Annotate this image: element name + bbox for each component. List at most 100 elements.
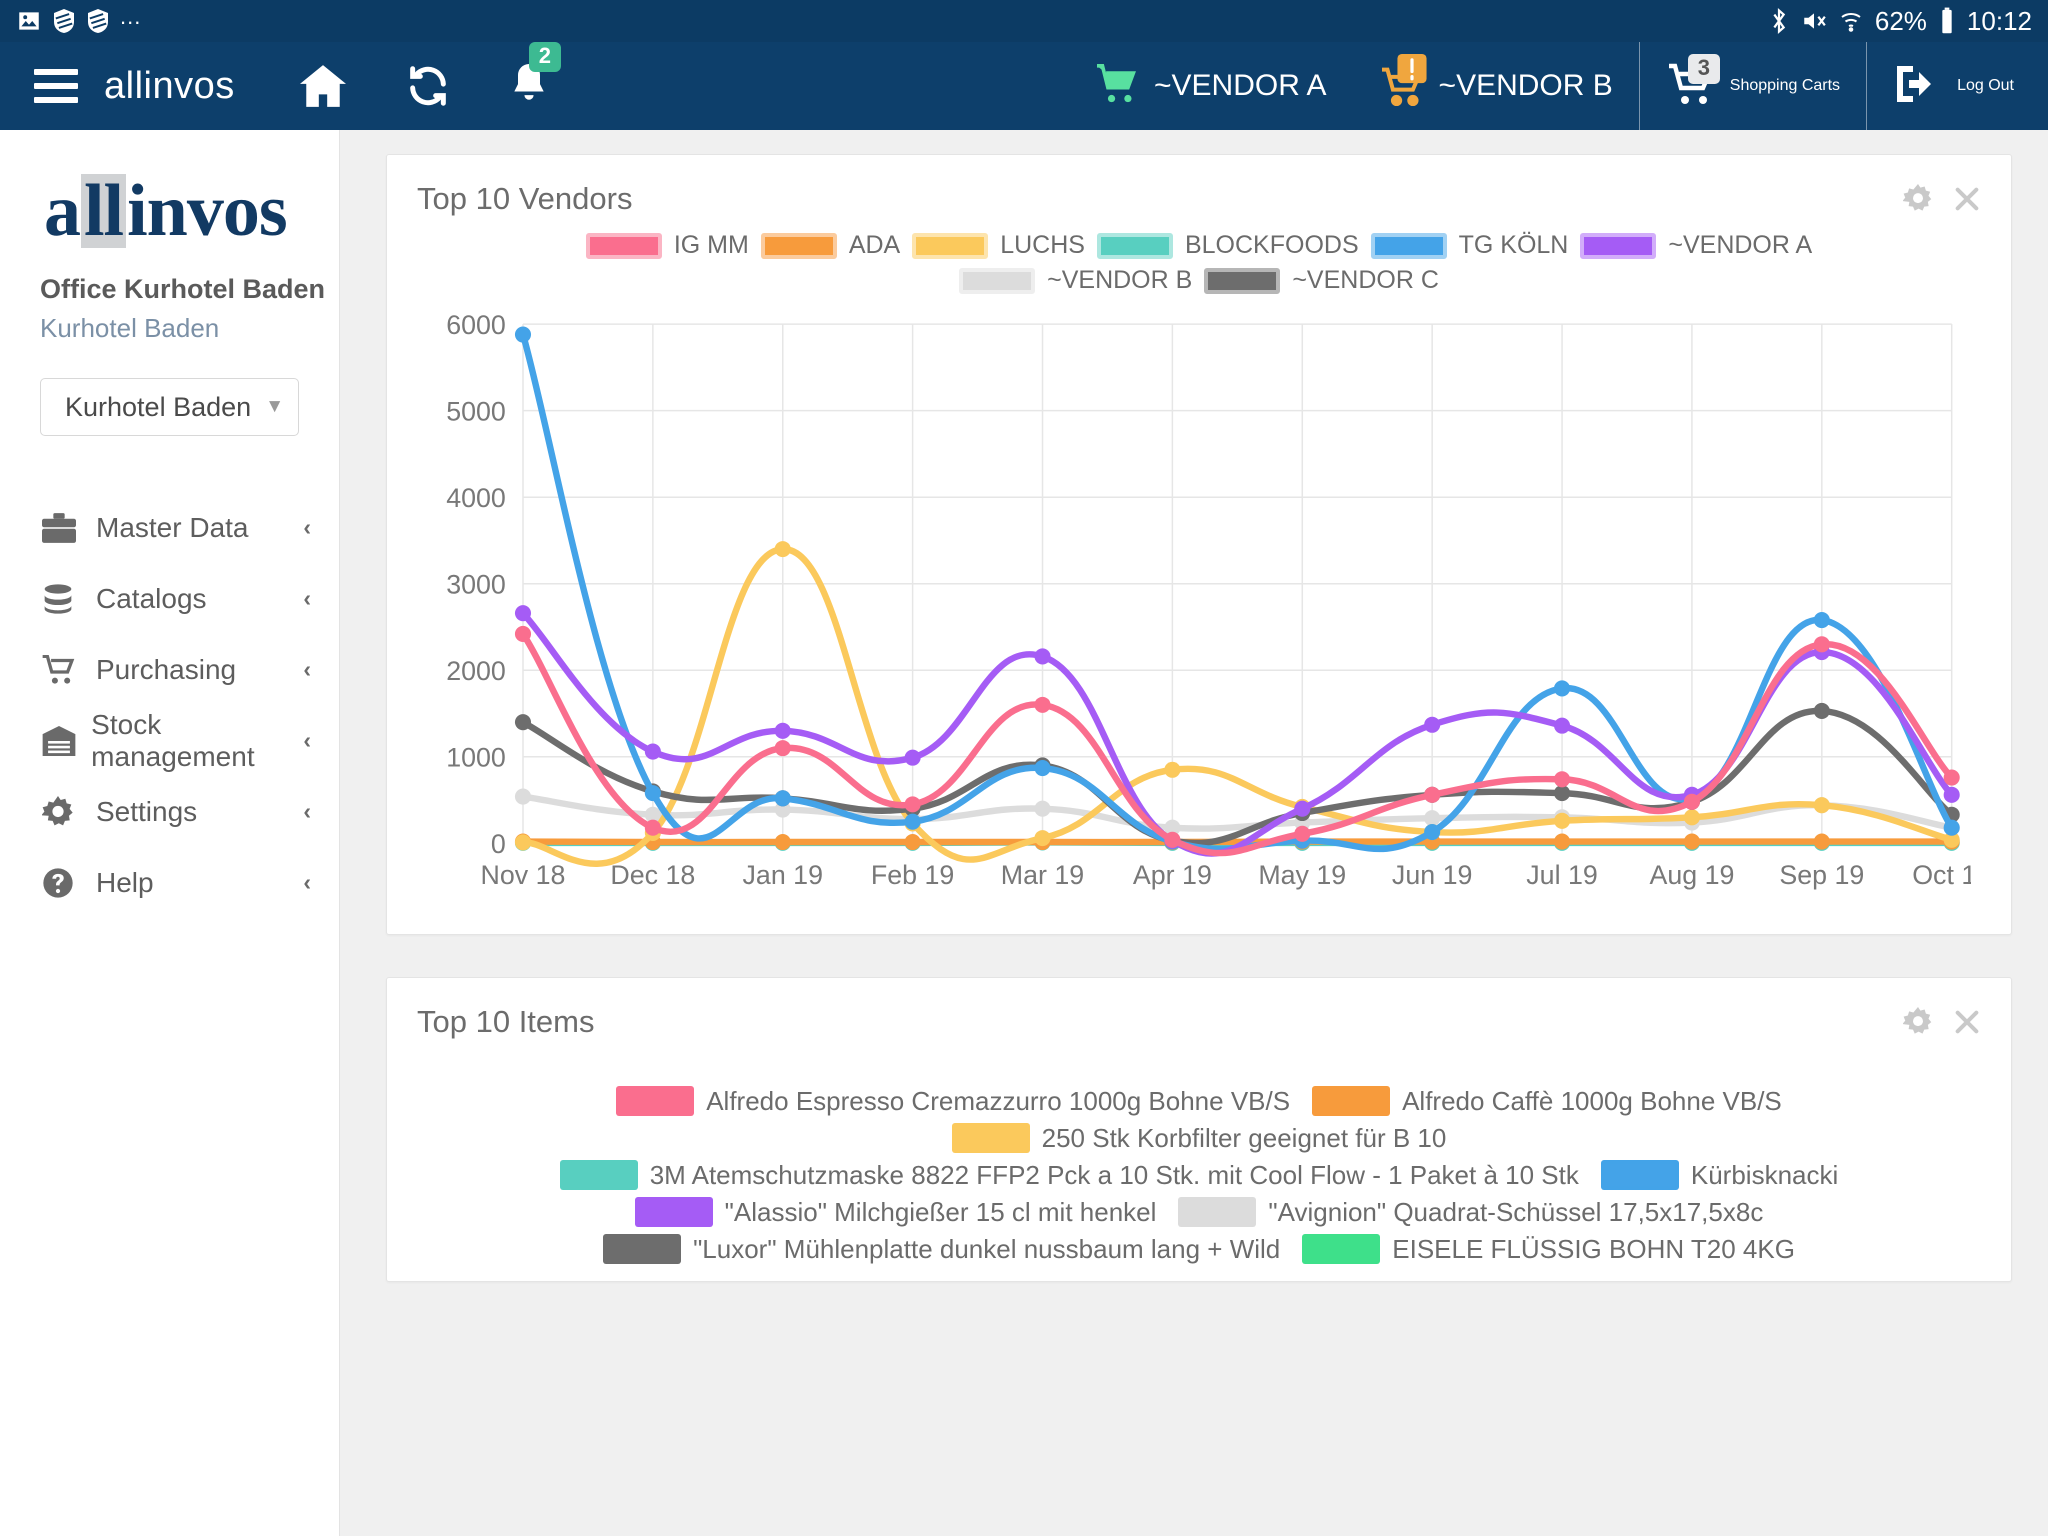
- legend-item[interactable]: ~VENDOR A: [1580, 231, 1812, 260]
- sidebar-item-purchasing[interactable]: Purchasing ‹: [0, 634, 339, 705]
- logout-button[interactable]: Log Out: [1867, 42, 2048, 130]
- chevron-left-icon: ‹: [303, 869, 311, 895]
- legend-item[interactable]: LUCHS: [912, 231, 1085, 260]
- legend-label: "Luxor" Mühlenplatte dunkel nussbaum lan…: [693, 1233, 1281, 1264]
- card-header: Top 10 Vendors: [387, 155, 2011, 223]
- legend-swatch: [1204, 267, 1281, 294]
- gear-icon[interactable]: [1903, 184, 1933, 214]
- legend-row: IG MM ADA LUCHS BLOCKFOODS TG KÖLN ~VEND…: [427, 231, 1971, 260]
- legend-item[interactable]: "Luxor" Mühlenplatte dunkel nussbaum lan…: [603, 1234, 1280, 1265]
- card-header: Top 10 Items: [387, 978, 2011, 1046]
- svg-text:Jul 19: Jul 19: [1526, 860, 1598, 890]
- warehouse-icon: [42, 725, 77, 756]
- svg-text:6000: 6000: [446, 310, 506, 340]
- legend-label: 250 Stk Korbfilter geeignet für B 10: [1041, 1122, 1447, 1153]
- main-content: Top 10 Vendors IG MM ADA LUCHS BLOCKFOOD…: [340, 130, 2048, 1536]
- chevron-left-icon: ‹: [303, 656, 311, 682]
- legend-item[interactable]: ~VENDOR C: [1204, 266, 1439, 295]
- legend-item[interactable]: TG KÖLN: [1370, 231, 1569, 260]
- legend-item[interactable]: ~VENDOR B: [959, 266, 1192, 295]
- battery-icon: [1939, 7, 1955, 35]
- logout-icon: [1893, 64, 1941, 109]
- legend-row: Alfredo Espresso Cremazzurro 1000g Bohne…: [427, 1086, 1971, 1117]
- menu-toggle-button[interactable]: [34, 69, 78, 103]
- legend-label: "Avignion" Quadrat-Schüssel 17,5x17,5x8c: [1268, 1196, 1764, 1227]
- legend-item[interactable]: "Avignion" Quadrat-Schüssel 17,5x17,5x8c: [1178, 1197, 1763, 1228]
- page-title: Top 10 Items: [417, 1003, 595, 1039]
- location-select[interactable]: Kurhotel Baden ▼: [40, 378, 299, 436]
- vendor-a-label: ~VENDOR A: [1153, 69, 1327, 102]
- sidebar-item-label: Purchasing: [96, 653, 237, 685]
- sidebar-item-stock-management[interactable]: Stock management ‹: [0, 705, 339, 776]
- card-tools: [1903, 1006, 1981, 1037]
- svg-text:Jan 19: Jan 19: [743, 860, 823, 890]
- legend-swatch: [603, 1234, 682, 1265]
- wifi-icon: [1839, 8, 1863, 34]
- legend-swatch: [559, 1160, 638, 1191]
- chevron-left-icon: ‹: [303, 727, 311, 753]
- legend-label: "Alassio" Milchgießer 15 cl mit henkel: [724, 1196, 1157, 1227]
- svg-text:Feb 19: Feb 19: [871, 860, 954, 890]
- sidebar-item-label: Stock management: [91, 708, 255, 772]
- sidebar-item-label: Settings: [96, 795, 198, 827]
- legend-item[interactable]: Kürbisknacki: [1600, 1159, 1839, 1191]
- legend-item[interactable]: 3M Atemschutzmaske 8822 FFP2 Pck a 10 St…: [559, 1159, 1579, 1191]
- gear-icon[interactable]: [1903, 1006, 1933, 1037]
- legend-swatch: [1600, 1160, 1679, 1191]
- legend-row: ~VENDOR B ~VENDOR C: [427, 266, 1971, 295]
- close-icon[interactable]: [1953, 1008, 1981, 1036]
- legend-row: "Luxor" Mühlenplatte dunkel nussbaum lan…: [427, 1234, 1971, 1265]
- logout-label: Log Out: [1957, 77, 2014, 94]
- legend-label: Kürbisknacki: [1690, 1159, 1839, 1190]
- legend-swatch: [616, 1086, 695, 1117]
- legend-label: BLOCKFOODS: [1184, 231, 1359, 259]
- legend-label: IG MM: [673, 231, 749, 259]
- vendor-b-cart-button[interactable]: ~VENDOR B: [1353, 42, 1639, 130]
- notifications-bell-icon[interactable]: 2: [507, 42, 561, 110]
- image-icon: [16, 8, 42, 34]
- card-top-10-items: Top 10 Items Alfredo Espresso Cremazzurr…: [386, 976, 2012, 1282]
- legend-item[interactable]: ADA: [760, 231, 900, 260]
- svg-text:4000: 4000: [446, 483, 506, 513]
- shield-icon: [52, 8, 76, 34]
- logo-part-ll: ll: [81, 174, 127, 248]
- svg-text:Nov 18: Nov 18: [481, 860, 566, 890]
- sidebar-item-master-data[interactable]: Master Data ‹: [0, 492, 339, 563]
- legend-item[interactable]: 250 Stk Korbfilter geeignet für B 10: [951, 1122, 1447, 1154]
- line-chart: 0 1000 2000 3000 4000 5000 6000 Nov 18 Dec 18 Jan…: [387, 301, 2011, 934]
- close-icon[interactable]: [1953, 185, 1981, 213]
- legend-swatch: [1580, 232, 1657, 259]
- battery-percent: 62%: [1874, 5, 1927, 36]
- legend-row: 250 Stk Korbfilter geeignet für B 10: [427, 1123, 1971, 1154]
- legend-label: ~VENDOR B: [1047, 266, 1193, 294]
- legend-item[interactable]: IG MM: [585, 231, 749, 260]
- cart-warning-icon: [1379, 54, 1427, 106]
- legend-item[interactable]: EISELE FLÜSSIG BOHN T20 4KG: [1302, 1234, 1795, 1265]
- chart-series: [514, 326, 1960, 853]
- svg-text:0: 0: [491, 829, 506, 859]
- shield-icon: [86, 8, 110, 34]
- shopping-carts-button[interactable]: 3 Shopping Carts: [1640, 42, 1866, 130]
- sidebar-item-help[interactable]: Help ‹: [0, 847, 339, 918]
- chart-svg: 0 1000 2000 3000 4000 5000 6000 Nov 18 Dec 18 Jan…: [446, 310, 1971, 890]
- sidebar-item-catalogs[interactable]: Catalogs ‹: [0, 563, 339, 634]
- legend-item[interactable]: "Alassio" Milchgießer 15 cl mit henkel: [634, 1196, 1157, 1228]
- sidebar-item-settings[interactable]: Settings ‹: [0, 776, 339, 847]
- shopping-carts-count-badge: 3: [1687, 54, 1721, 84]
- legend-label: 3M Atemschutzmaske 8822 FFP2 Pck a 10 St…: [649, 1159, 1579, 1190]
- legend-item[interactable]: BLOCKFOODS: [1096, 231, 1359, 260]
- database-icon: [42, 583, 82, 615]
- legend-swatch: [951, 1123, 1030, 1154]
- card-tools: [1903, 184, 1981, 214]
- legend-item[interactable]: Alfredo Espresso Cremazzurro 1000g Bohne…: [616, 1086, 1290, 1117]
- home-icon[interactable]: [297, 63, 349, 109]
- mute-icon: [1801, 8, 1827, 34]
- legend-item[interactable]: Alfredo Caffè 1000g Bohne VB/S: [1312, 1086, 1782, 1117]
- status-right-icons: 62% 10:12: [1769, 6, 2032, 37]
- vendor-a-cart-button[interactable]: ~VENDOR A: [1068, 42, 1353, 130]
- svg-text:May 19: May 19: [1258, 860, 1346, 890]
- app-top-nav: allinvos 2 ~VENDOR A ~VENDOR B 3 Shoppin…: [0, 42, 2048, 130]
- legend-label: TG KÖLN: [1458, 231, 1569, 259]
- sidebar-item-label: Master Data: [96, 511, 249, 543]
- refresh-icon[interactable]: [405, 63, 451, 109]
